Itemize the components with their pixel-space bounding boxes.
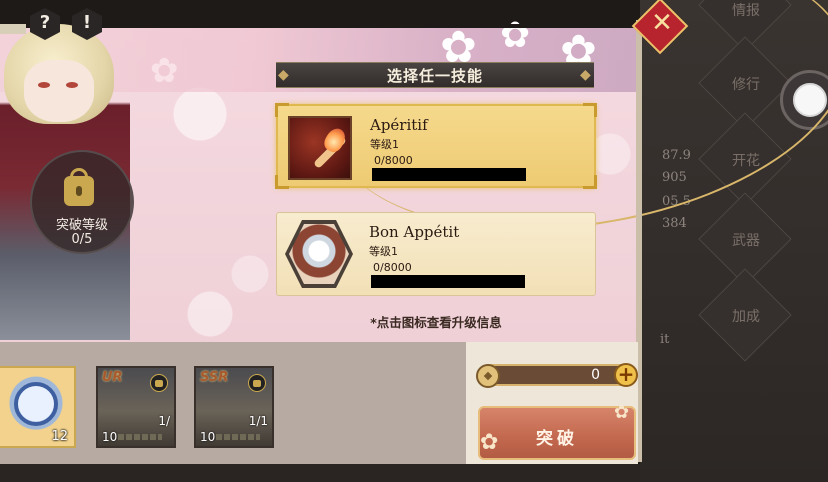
rarity-badge: SSR [200, 370, 229, 385]
bottom-border [0, 464, 640, 482]
torch-icon[interactable] [288, 116, 352, 180]
skill-card-aperitif[interactable]: Apéritif 等级1 0/8000 [275, 103, 597, 189]
panel-title: 选择任一技能 [386, 67, 483, 85]
rarity-badge: UR [102, 370, 123, 385]
side-stat: 384 [662, 216, 687, 231]
breakthrough-level-value: 0/5 [71, 232, 93, 247]
card-corner [583, 175, 597, 189]
sakura-decoration: ✿ [150, 51, 179, 91]
character-face [24, 60, 94, 122]
lock-body [155, 380, 163, 387]
character-eye [66, 82, 78, 88]
moon-crystal-icon [14, 382, 58, 426]
breakthrough-level-label: 突破等级 [55, 218, 108, 233]
lock-icon [248, 374, 266, 392]
quantity-value: 0 [591, 367, 600, 383]
sakura-decoration: ✿ [614, 402, 630, 423]
item-fraction: 1/1 [248, 414, 268, 428]
lock-body [253, 380, 261, 387]
skill-name: Apéritif [370, 116, 428, 134]
quantity-bar [478, 364, 632, 386]
skill-progress-text: 0/8000 [373, 261, 412, 274]
side-tab-bonus-label: 加成 [732, 309, 760, 325]
material-item-card-ur[interactable]: UR 1/ 10 [96, 366, 176, 448]
level-pips [118, 434, 162, 440]
side-misc-text: it [660, 332, 670, 347]
lock-icon [150, 374, 168, 392]
item-fraction: 1/ [158, 414, 170, 428]
skill-level: 等级1 [370, 138, 399, 151]
back-arrow-icon[interactable] [0, 24, 26, 34]
card-corner [275, 175, 289, 189]
game-screen: 情报 修行 开花 武器 加成 87.9 905 05.5 384 it ✿ ✿ … [0, 0, 828, 482]
item-level: 10 [102, 430, 118, 444]
skill-progress-text: 0/8000 [374, 154, 413, 167]
question-mark-icon: ? [39, 12, 51, 33]
material-item-moon-crystal[interactable]: 12 [0, 366, 76, 448]
card-corner [583, 103, 597, 117]
item-count: 12 [51, 429, 68, 444]
upgrade-hint: *点击图标查看升级信息 [370, 315, 502, 330]
side-tab-weapon-label: 武器 [732, 233, 760, 249]
character-eye [38, 82, 50, 88]
add-quantity-button[interactable]: + [614, 363, 638, 387]
skill-level: 等级1 [369, 245, 398, 258]
breakthrough-button-label: 突破 [536, 429, 578, 449]
level-pips [216, 434, 260, 440]
skill-progress-bar [371, 275, 525, 288]
skill-name: Bon Appétit [369, 223, 460, 241]
material-item-card-ssr[interactable]: SSR 1/1 10 [194, 366, 274, 448]
skill-progress-bar [372, 168, 526, 181]
crossed-swords-icon: ✕ [651, 8, 673, 38]
lock-keyhole [76, 186, 82, 196]
exclamation-icon: ! [82, 12, 92, 33]
item-level: 10 [200, 430, 216, 444]
card-corner [275, 103, 289, 117]
skill-card-bon-appetit[interactable]: Bon Appétit 等级1 0/8000 [276, 212, 596, 296]
